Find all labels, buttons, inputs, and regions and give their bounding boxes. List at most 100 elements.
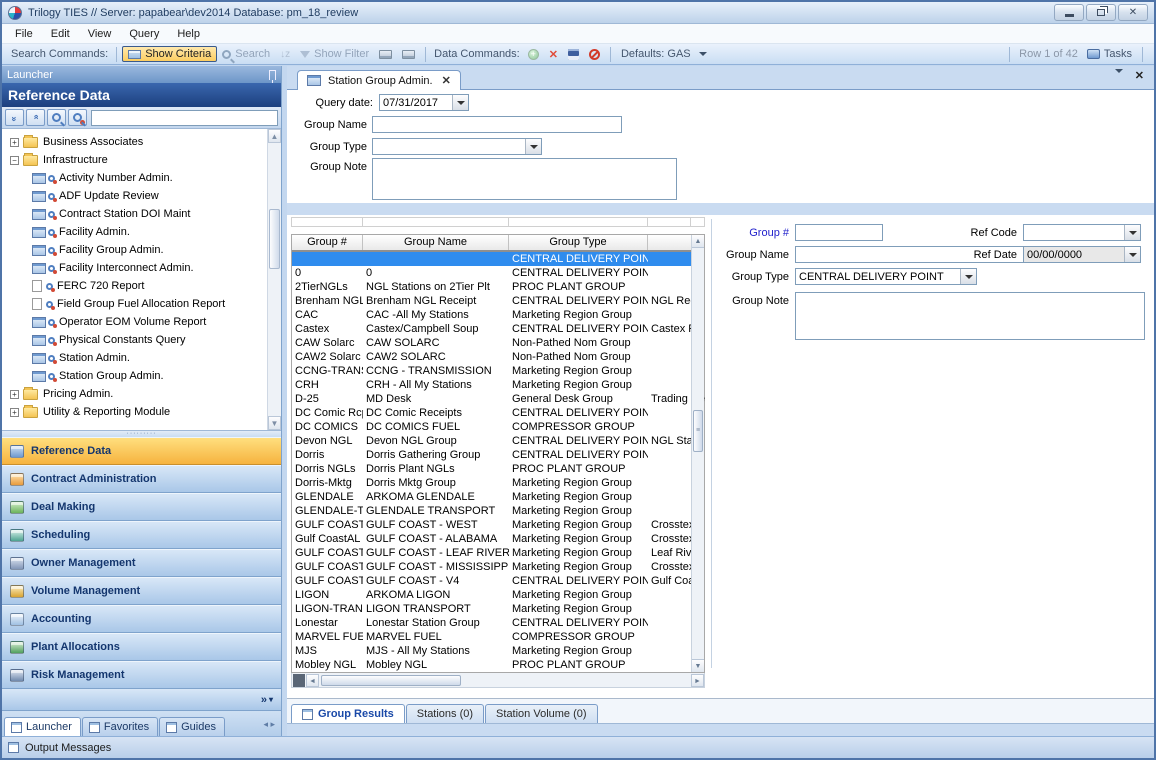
tree-search-clear-button[interactable]: [68, 109, 87, 126]
title-bar[interactable]: Trilogy TIES // Server: papabear\dev2014…: [2, 2, 1154, 24]
scroll-thumb[interactable]: [321, 675, 461, 686]
filter-cell[interactable]: [509, 217, 648, 227]
chevron-down-icon[interactable]: [960, 269, 976, 284]
tree-item-station-group-admin[interactable]: Station Group Admin.: [2, 367, 281, 385]
close-document-icon[interactable]: ✕: [1135, 69, 1144, 82]
cancel-button[interactable]: [584, 48, 605, 61]
scroll-thumb[interactable]: ≡: [693, 410, 703, 452]
column-header-group-type[interactable]: Group Type: [509, 235, 648, 250]
table-row[interactable]: MJSMJS - All My StationsMarketing Region…: [292, 644, 704, 658]
nav-accounting[interactable]: Accounting: [2, 605, 281, 633]
scroll-down-icon[interactable]: ▼: [268, 416, 281, 430]
panel-splitter[interactable]: ·········: [2, 430, 281, 437]
table-row[interactable]: DC Comic RcpDC Comic ReceiptsCENTRAL DEL…: [292, 406, 704, 420]
chevron-down-icon[interactable]: [452, 95, 468, 110]
tree-search-button[interactable]: [47, 109, 66, 126]
table-row[interactable]: DorrisDorris Gathering GroupCENTRAL DELI…: [292, 448, 704, 462]
chevron-down-icon[interactable]: [525, 139, 541, 154]
chevron-down-icon[interactable]: [1124, 225, 1140, 240]
collapse-all-button[interactable]: »: [26, 109, 45, 126]
table-row[interactable]: Gulf CoastALGULF COAST - ALABAMAMarketin…: [292, 532, 704, 546]
tree-folder-infrastructure[interactable]: −Infrastructure: [2, 151, 281, 169]
scroll-right-icon[interactable]: ►: [691, 674, 704, 687]
criteria-group-type-dropdown[interactable]: [372, 138, 542, 155]
show-criteria-button[interactable]: Show Criteria: [122, 46, 217, 62]
table-row[interactable]: LIGONARKOMA LIGONMarketing Region Group: [292, 588, 704, 602]
tree-item-adf-update-review[interactable]: ADF Update Review: [2, 187, 281, 205]
restore-button[interactable]: [1086, 4, 1116, 21]
chevron-down-icon[interactable]: [1124, 247, 1140, 262]
nav-contract-administration[interactable]: Contract Administration: [2, 465, 281, 493]
expand-all-button[interactable]: »: [5, 109, 24, 126]
table-row[interactable]: Dorris-MktgDorris Mktg GroupMarketing Re…: [292, 476, 704, 490]
nav-scheduling[interactable]: Scheduling: [2, 521, 281, 549]
tree-item-operator-eom-volume-report[interactable]: Operator EOM Volume Report: [2, 313, 281, 331]
menu-query[interactable]: Query: [120, 26, 168, 42]
tab-scroll-arrows[interactable]: ◂ ▸: [263, 719, 279, 730]
tree-item-facility-interconnect-admin[interactable]: Facility Interconnect Admin.: [2, 259, 281, 277]
tree-item-station-admin[interactable]: Station Admin.: [2, 349, 281, 367]
scroll-up-icon[interactable]: ▲: [692, 235, 704, 248]
close-button[interactable]: ✕: [1118, 4, 1148, 21]
minimize-button[interactable]: [1054, 4, 1084, 21]
expand-icon[interactable]: +: [10, 390, 19, 399]
scroll-down-icon[interactable]: ▼: [692, 659, 704, 672]
table-row[interactable]: LIGON-TRANLIGON TRANSPORTMarketing Regio…: [292, 602, 704, 616]
detail-group-note-textarea[interactable]: [795, 292, 1145, 340]
search-button[interactable]: Search: [217, 47, 275, 61]
table-row[interactable]: Brenham NGLBrenham NGL ReceiptCENTRAL DE…: [292, 294, 704, 308]
grid-horizontal-scrollbar[interactable]: ◄ ►: [291, 673, 705, 688]
result-tab-stations-0[interactable]: Stations (0): [406, 704, 484, 723]
nav-plant-allocations[interactable]: Plant Allocations: [2, 633, 281, 661]
filter-cell[interactable]: [291, 217, 363, 227]
scroll-up-icon[interactable]: ▲: [268, 129, 281, 143]
table-row[interactable]: GULF COAST WGULF COAST - WESTMarketing R…: [292, 518, 704, 532]
tree-scrollbar[interactable]: ▲ ▼: [267, 129, 281, 430]
table-row[interactable]: Mobley NGLMobley NGLPROC PLANT GROUP: [292, 658, 704, 672]
table-row[interactable]: CAW SolarcCAW SOLARCNon-Pathed Nom Group: [292, 336, 704, 350]
show-filter-button[interactable]: Show Filter: [295, 47, 374, 61]
table-row[interactable]: GULF COASTVGULF COAST - V4CENTRAL DELIVE…: [292, 574, 704, 588]
scroll-left-icon[interactable]: ◄: [306, 674, 319, 687]
tree-folder-pricing-admin[interactable]: +Pricing Admin.: [2, 385, 281, 403]
table-row[interactable]: 2TierNGLsNGL Stations on 2Tier PltPROC P…: [292, 280, 704, 294]
add-row-button[interactable]: +: [523, 48, 544, 61]
ref-date-picker[interactable]: 00/00/0000: [1023, 246, 1141, 263]
tree-item-field-group-fuel-allocation-report[interactable]: Field Group Fuel Allocation Report: [2, 295, 281, 313]
nav-overflow-button[interactable]: »▾: [2, 689, 281, 711]
expand-icon[interactable]: +: [10, 408, 19, 417]
filter-cell[interactable]: [691, 217, 705, 227]
tab-list-icon[interactable]: [1115, 69, 1123, 73]
ref-code-dropdown[interactable]: [1023, 224, 1141, 241]
tasks-button[interactable]: Tasks: [1082, 47, 1137, 61]
table-row[interactable]: GULF COASTMGULF COAST - MISSISSIPPIMarke…: [292, 560, 704, 574]
collapse-icon[interactable]: −: [10, 156, 19, 165]
table-row[interactable]: CCNG-TRANSICCNG - TRANSMISSIONMarketing …: [292, 364, 704, 378]
query-date-picker[interactable]: 07/31/2017: [379, 94, 469, 111]
table-row[interactable]: Devon NGLDevon NGL GroupCENTRAL DELIVERY…: [292, 434, 704, 448]
table-row[interactable]: GLENDALE-TRGLENDALE TRANSPORTMarketing R…: [292, 504, 704, 518]
close-tab-icon[interactable]: ✕: [442, 74, 451, 87]
table-row[interactable]: CRHCRH - All My StationsMarketing Region…: [292, 378, 704, 392]
launcher-tab-launcher[interactable]: Launcher: [4, 717, 81, 736]
tree-item-activity-number-admin[interactable]: Activity Number Admin.: [2, 169, 281, 187]
grid-vertical-scrollbar[interactable]: ▲ ≡ ▼: [691, 235, 704, 672]
delete-row-button[interactable]: ✕: [544, 47, 563, 62]
menu-help[interactable]: Help: [168, 26, 209, 42]
print-button[interactable]: [374, 49, 397, 60]
pin-icon[interactable]: [269, 70, 276, 80]
scroll-thumb[interactable]: [269, 209, 280, 269]
expand-icon[interactable]: +: [10, 138, 19, 147]
criteria-group-note-textarea[interactable]: [372, 158, 677, 200]
tab-station-group-admin[interactable]: Station Group Admin. ✕: [297, 70, 461, 90]
table-row[interactable]: D-25MD DeskGeneral Desk GroupTrading De: [292, 392, 704, 406]
menu-view[interactable]: View: [79, 26, 121, 42]
menu-edit[interactable]: Edit: [42, 26, 79, 42]
tree-item-facility-admin[interactable]: Facility Admin.: [2, 223, 281, 241]
column-header-group-name[interactable]: Group Name: [363, 235, 509, 250]
table-row[interactable]: CastexCastex/Campbell SoupCENTRAL DELIVE…: [292, 322, 704, 336]
criteria-group-name-input[interactable]: [372, 116, 622, 133]
filter-cell[interactable]: [648, 217, 691, 227]
table-row[interactable]: CACCAC -All My StationsMarketing Region …: [292, 308, 704, 322]
table-row[interactable]: 00CENTRAL DELIVERY POINT: [292, 266, 704, 280]
